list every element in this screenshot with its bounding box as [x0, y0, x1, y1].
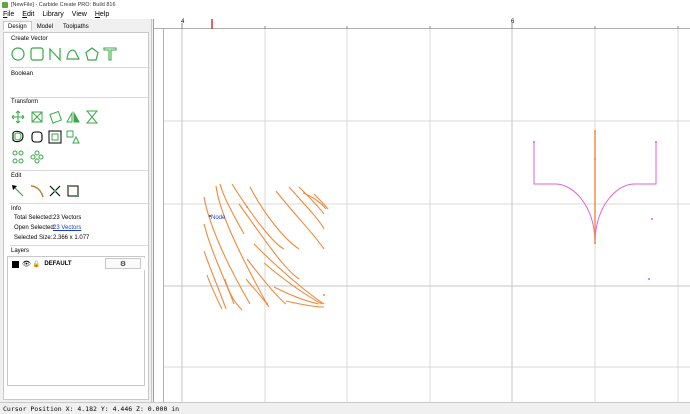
ruler-ticks	[181, 19, 679, 29]
scale-icon[interactable]	[85, 110, 99, 124]
layer-name: DEFAULT	[44, 261, 72, 267]
lock-icon[interactable]: 🔓	[33, 261, 40, 268]
window-title: [NewFile] - Carbide Create PRO: Build 81…	[11, 1, 116, 8]
align-shapes-icon[interactable]	[66, 130, 80, 144]
boolean-heading: Boolean	[11, 71, 34, 77]
selected-vectors[interactable]	[203, 183, 329, 311]
rotate-icon[interactable]	[48, 110, 62, 124]
mirror-icon[interactable]	[66, 110, 80, 124]
selected-size-label: Selected Size:	[14, 235, 53, 241]
info-heading: Info	[11, 206, 22, 212]
status-bar: Cursor Position X: 4.182 Y: 4.446 Z: 0.0…	[0, 402, 690, 414]
divider	[10, 245, 150, 246]
selected-size-value: 2.366 x 1.077	[53, 235, 90, 241]
tab-model[interactable]: Model	[32, 21, 58, 31]
transform-heading: Transform	[11, 99, 39, 105]
menu-file[interactable]: File	[3, 11, 14, 18]
divider	[10, 203, 150, 204]
layer-color-swatch[interactable]	[12, 260, 19, 268]
node-marker	[209, 215, 211, 217]
rectangle-icon[interactable]	[30, 47, 44, 61]
fillet-icon[interactable]	[30, 130, 44, 144]
application-window: [NewFile] - Carbide Create PRO: Build 81…	[0, 0, 690, 414]
divider	[10, 97, 150, 98]
vector-nodes	[246, 206, 325, 305]
trim-icon[interactable]	[48, 184, 62, 198]
grid	[164, 29, 690, 402]
text-icon[interactable]	[103, 47, 117, 61]
menu-edit[interactable]: Edit	[22, 11, 34, 18]
cursor-position: Cursor Position X: 4.182 Y: 4.446 Z: 0.0…	[3, 404, 180, 413]
polygon-icon[interactable]	[85, 47, 99, 61]
align-icon[interactable]	[30, 110, 44, 124]
divider	[10, 67, 150, 68]
layers-heading: Layers	[11, 248, 30, 254]
menu-library[interactable]: Library	[42, 11, 63, 18]
total-selected-line: Total Selected:23 Vectors	[14, 215, 81, 221]
left-ruler	[154, 29, 164, 402]
open-selected-line: Open Selected:23 Vectors	[14, 225, 81, 231]
circle-icon[interactable]	[11, 47, 25, 61]
pattern-icon[interactable]	[30, 150, 44, 164]
design-canvas[interactable]: Node 4 6	[153, 19, 690, 402]
smooth-icon[interactable]	[30, 184, 44, 198]
edit-heading: Edit	[11, 173, 22, 179]
open-selected-label: Open Selected:	[14, 225, 56, 231]
select-icon[interactable]	[66, 184, 80, 198]
title-bar: [NewFile] - Carbide Create PRO: Build 81…	[0, 0, 690, 9]
node-label: Node	[211, 215, 226, 221]
node-edit-icon[interactable]	[11, 184, 25, 198]
design-panel: Design Model Toolpaths Create Vector Boo…	[0, 19, 152, 402]
offset-icon[interactable]	[11, 130, 25, 144]
array-icon[interactable]	[48, 130, 62, 144]
design-tab-body: Create Vector Boolean Transform Edit Inf…	[3, 32, 150, 400]
tab-design[interactable]: Design	[3, 21, 32, 31]
menu-help[interactable]: Help	[95, 11, 109, 18]
move-icon[interactable]	[11, 110, 25, 124]
selected-size-line: Selected Size:2.366 x 1.077	[14, 235, 89, 241]
top-ruler: 4 6	[154, 19, 690, 29]
create-vector-heading: Create Vector	[11, 36, 48, 42]
total-selected-label: Total Selected:	[14, 215, 54, 221]
polyline-icon[interactable]	[48, 47, 62, 61]
app-logo-icon	[2, 1, 8, 8]
curve-icon[interactable]	[66, 47, 80, 61]
eye-icon[interactable]: 👁	[22, 260, 31, 268]
gear-icon[interactable]: ⚙	[105, 258, 141, 269]
divider	[10, 170, 150, 171]
canvas-drawing[interactable]: Node	[154, 19, 690, 402]
circle-array-icon[interactable]	[11, 150, 25, 164]
menu-view[interactable]: View	[72, 11, 87, 18]
major-grid	[164, 29, 690, 402]
layer-row[interactable]: 👁 🔓 DEFAULT ⚙	[9, 258, 145, 270]
menu-bar: File Edit Library View Help	[0, 9, 690, 19]
ruler-label: 4	[181, 19, 185, 25]
ruler-label: 6	[511, 19, 515, 25]
tab-toolpaths[interactable]: Toolpaths	[58, 21, 94, 31]
total-selected-value: 23 Vectors	[53, 215, 82, 221]
open-selected-link[interactable]: 23 Vectors	[53, 225, 81, 231]
layers-list: 👁 🔓 DEFAULT ⚙	[7, 256, 145, 386]
